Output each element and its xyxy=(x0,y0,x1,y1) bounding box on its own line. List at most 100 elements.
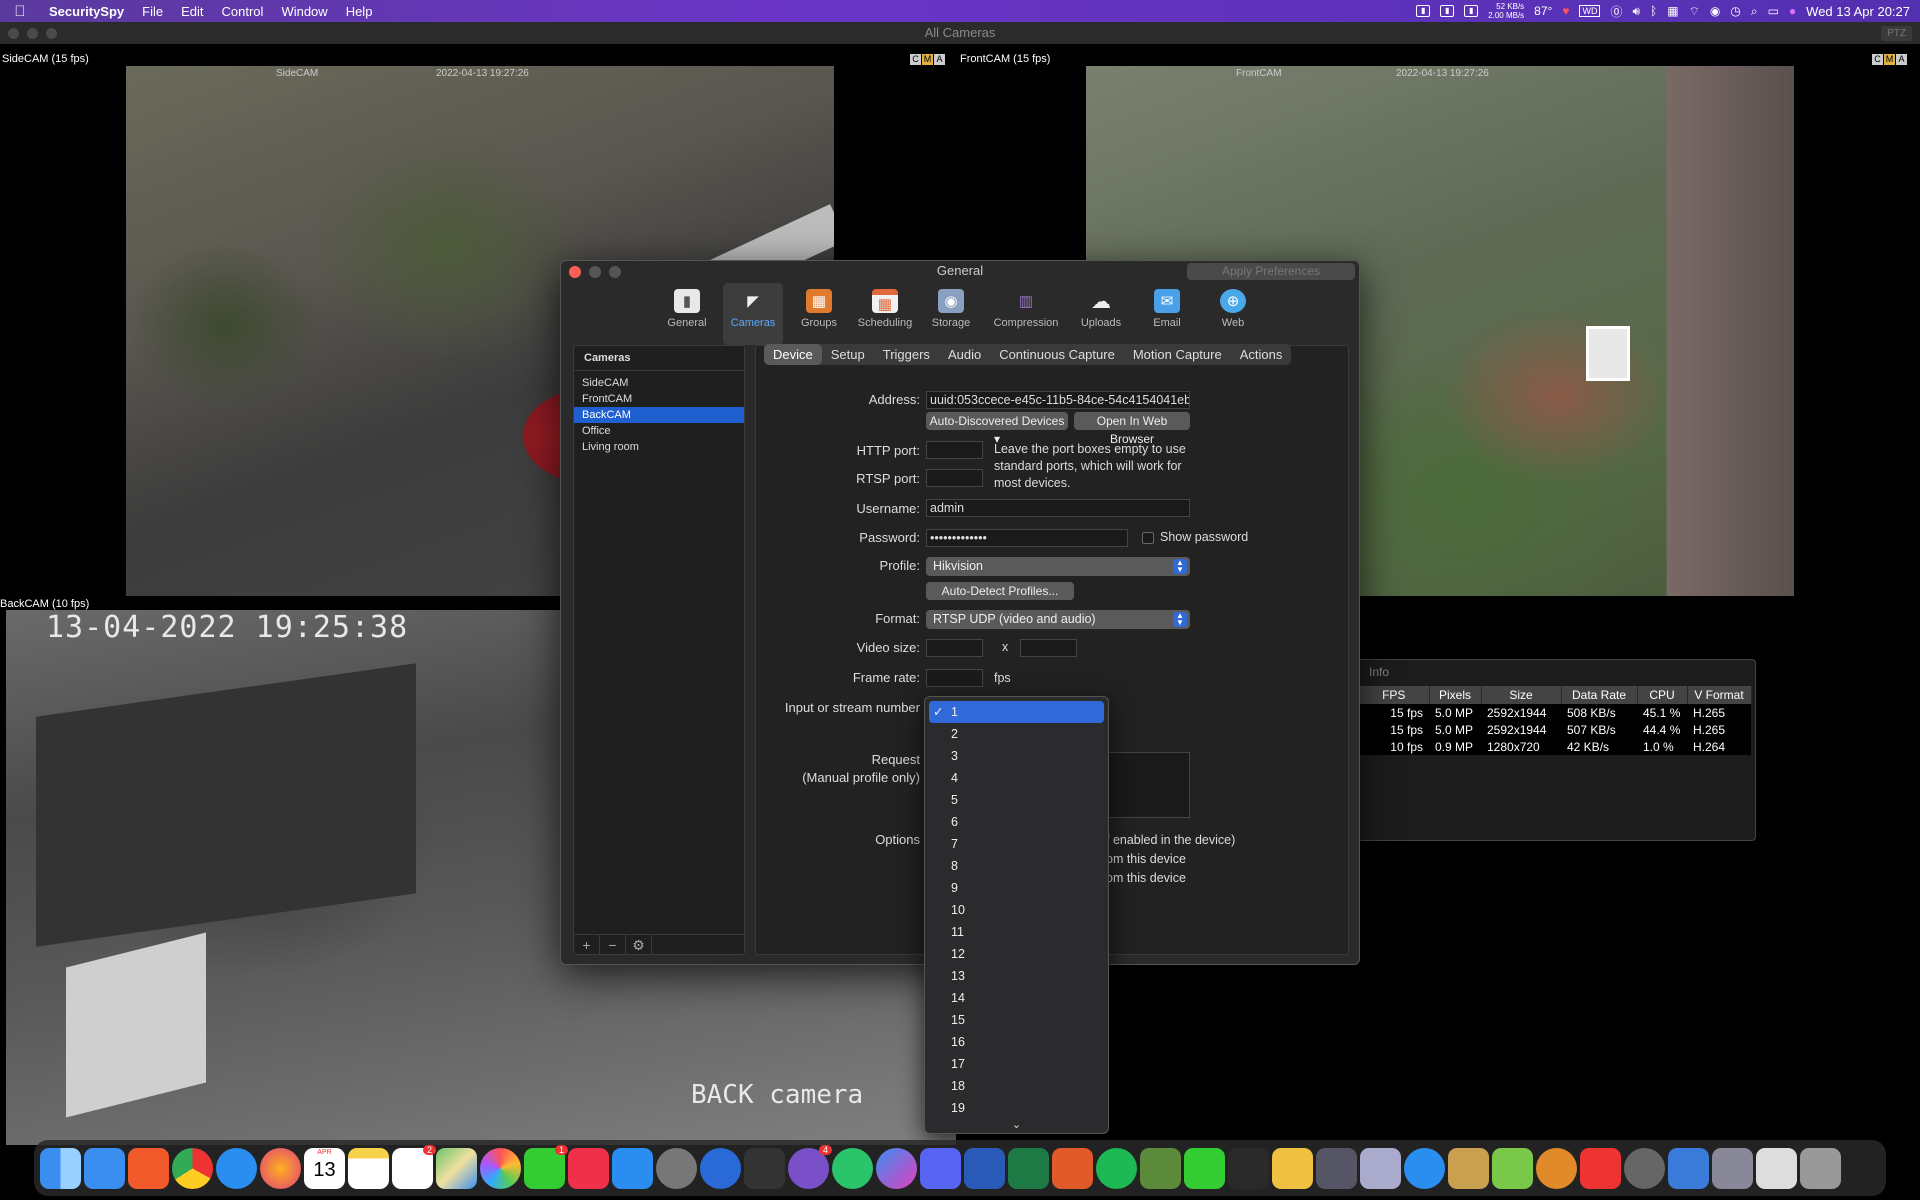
username-field[interactable]: admin xyxy=(926,499,1190,517)
chrome-icon[interactable] xyxy=(172,1147,213,1189)
toolbar-uploads[interactable]: ☁ Uploads xyxy=(1071,283,1131,345)
scroll-down-icon[interactable]: ⌄ xyxy=(925,1118,1108,1131)
user-icon[interactable]: ◉ xyxy=(1710,4,1720,18)
zoom-button[interactable] xyxy=(609,266,621,278)
col-pixels[interactable]: Pixels xyxy=(1429,686,1482,704)
camera-list-item-living-room[interactable]: Living room xyxy=(574,439,744,455)
flag-uk-icon[interactable]: ▦ xyxy=(1667,4,1678,18)
address-field[interactable]: uuid:053ccece-e45c-11b5-84ce-54c4154041e… xyxy=(926,391,1190,409)
messages-icon[interactable] xyxy=(1184,1147,1225,1189)
col-vformat[interactable]: V Format xyxy=(1687,686,1752,704)
camera-list-item-backcam[interactable]: BackCAM xyxy=(574,407,744,423)
bluetooth-icon[interactable]: ᛒ xyxy=(1650,4,1657,18)
dropdown-option[interactable]: 4 xyxy=(929,767,1104,789)
dropdown-option[interactable]: 19 xyxy=(929,1097,1104,1119)
motion-indicator[interactable]: M xyxy=(1884,54,1895,65)
quicktime-icon[interactable] xyxy=(1404,1147,1445,1189)
calendar-icon[interactable]: APR 13 xyxy=(304,1147,345,1189)
dropdown-option[interactable]: 12 xyxy=(929,943,1104,965)
reeder-icon[interactable] xyxy=(1536,1147,1577,1189)
show-password-checkbox[interactable] xyxy=(1142,532,1154,544)
clipboard-icon[interactable] xyxy=(1228,1147,1269,1189)
system-preferences-icon[interactable] xyxy=(656,1147,697,1189)
camera-list-item-office[interactable]: Office xyxy=(574,423,744,439)
onepassword-icon[interactable] xyxy=(700,1147,741,1189)
finder-icon[interactable] xyxy=(40,1147,81,1189)
messenger-icon[interactable] xyxy=(876,1147,917,1189)
search-icon[interactable]: ⌕ xyxy=(1751,4,1758,19)
video-height-field[interactable] xyxy=(1020,639,1077,657)
toolbar-scheduling[interactable]: ▦ Scheduling xyxy=(855,283,915,345)
mail-icon[interactable] xyxy=(84,1147,125,1189)
dropdown-option[interactable]: 5 xyxy=(929,789,1104,811)
format-select[interactable]: RTSP UDP (video and audio) ▲ ▼ xyxy=(926,610,1190,629)
preview-icon[interactable] xyxy=(1448,1147,1489,1189)
dropdown-option[interactable]: 17 xyxy=(929,1053,1104,1075)
minimize-button[interactable] xyxy=(589,266,601,278)
close-button[interactable] xyxy=(569,266,581,278)
whatsapp-icon[interactable] xyxy=(832,1147,873,1189)
col-size[interactable]: Size xyxy=(1481,686,1562,704)
tab-audio[interactable]: Audio xyxy=(939,344,990,365)
network-stats[interactable]: 52 KB/s 2.00 MB/s xyxy=(1488,2,1524,20)
dropdown-option[interactable]: 18 xyxy=(929,1075,1104,1097)
auto-detect-profiles-button[interactable]: Auto-Detect Profiles... xyxy=(926,582,1074,600)
toolbar-cameras[interactable]: ◤ Cameras xyxy=(723,283,783,345)
col-data-rate[interactable]: Data Rate xyxy=(1561,686,1638,704)
tab-actions[interactable]: Actions xyxy=(1231,344,1292,365)
reminders-icon[interactable]: 2 xyxy=(392,1144,436,1189)
dropdown-option[interactable]: 13 xyxy=(929,965,1104,987)
viber-icon[interactable]: 4 xyxy=(788,1144,832,1189)
apple-menu-icon[interactable]:  xyxy=(0,3,40,20)
toolbar-storage[interactable]: ◉ Storage xyxy=(921,283,981,345)
menu-help[interactable]: Help xyxy=(337,4,382,19)
frame-rate-field[interactable] xyxy=(926,669,983,687)
dropdown-option[interactable]: 7 xyxy=(929,833,1104,855)
tab-device[interactable]: Device xyxy=(764,344,822,365)
tab-continuous-capture[interactable]: Continuous Capture xyxy=(990,344,1124,365)
disk-icon[interactable] xyxy=(1624,1147,1665,1189)
close-button[interactable] xyxy=(8,28,19,39)
actions-indicator[interactable]: A xyxy=(934,54,945,65)
sidecam-cma-indicators[interactable]: CMA xyxy=(910,54,945,65)
dropdown-option[interactable]: 9 xyxy=(929,877,1104,899)
info-panel[interactable]: Info FPS Pixels Size Data Rate CPU V For… xyxy=(1358,659,1756,841)
onepassword-icon[interactable]: ⓪ xyxy=(1610,3,1622,20)
spotify-icon[interactable] xyxy=(1096,1147,1137,1189)
sourcetree-icon[interactable] xyxy=(744,1147,785,1189)
safari-icon[interactable] xyxy=(216,1147,257,1189)
music-icon[interactable] xyxy=(568,1147,609,1189)
toolbar-compression[interactable]: ▥ Compression xyxy=(987,283,1065,345)
time-machine-icon[interactable]: ◷ xyxy=(1730,4,1740,18)
add-camera-button[interactable]: + xyxy=(574,935,600,954)
monitor-icon[interactable] xyxy=(1316,1147,1357,1189)
menu-file[interactable]: File xyxy=(133,4,172,19)
siri-icon[interactable]: ● xyxy=(1789,4,1796,18)
gear-icon[interactable]: ⚙ xyxy=(626,935,652,954)
notification-icon[interactable]: ♥ xyxy=(1562,4,1569,18)
discord-icon[interactable] xyxy=(920,1147,961,1189)
minimize-button[interactable] xyxy=(27,28,38,39)
dropdown-option[interactable]: 16 xyxy=(929,1031,1104,1053)
securityspy-icon[interactable] xyxy=(1272,1147,1313,1189)
date-time[interactable]: Wed 13 Apr 20:27 xyxy=(1806,4,1910,19)
dropdown-option[interactable]: 14 xyxy=(929,987,1104,1009)
maps-icon[interactable] xyxy=(436,1147,477,1189)
word-icon[interactable] xyxy=(964,1147,1005,1189)
dropdown-option[interactable]: 6 xyxy=(929,811,1104,833)
facetime-icon[interactable]: 1 xyxy=(524,1144,568,1189)
photos-icon[interactable] xyxy=(480,1147,521,1189)
toolbar-general[interactable]: ▮ General xyxy=(657,283,717,345)
frontcam-cma-indicators[interactable]: CMA xyxy=(1872,54,1907,65)
profile-select[interactable]: Hikvision ▲ ▼ xyxy=(926,557,1190,576)
cpu-meter-icon[interactable]: ▮ xyxy=(1416,5,1431,17)
brave-icon[interactable] xyxy=(128,1147,169,1189)
wifi-off-icon[interactable]: ⌔ xyxy=(1689,4,1700,19)
tab-setup[interactable]: Setup xyxy=(822,344,874,365)
dropdown-option[interactable]: 2 xyxy=(929,723,1104,745)
password-field[interactable]: ••••••••••••• xyxy=(926,529,1128,547)
table-row[interactable]: 15 fps 5.0 MP 2592x1944 507 KB/s 44.4 % H.265 xyxy=(1359,721,1751,738)
apply-preferences-button[interactable]: Apply Preferences xyxy=(1187,263,1355,280)
col-cpu[interactable]: CPU xyxy=(1637,686,1688,704)
remove-camera-button[interactable]: − xyxy=(600,935,626,954)
